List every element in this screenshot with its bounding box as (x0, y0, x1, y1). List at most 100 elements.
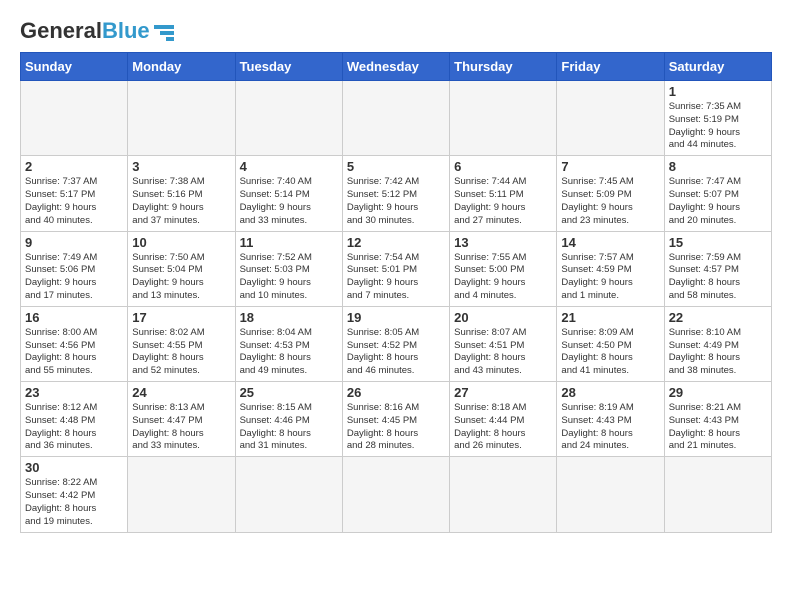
day-number: 9 (25, 235, 123, 250)
day-number: 24 (132, 385, 230, 400)
day-number: 3 (132, 159, 230, 174)
calendar-cell: 2 Sunrise: 7:37 AM Sunset: 5:17 PM Daylig… (21, 156, 128, 231)
calendar-cell: 19Sunrise: 8:05 AM Sunset: 4:52 PM Dayli… (342, 306, 449, 381)
calendar-cell: 30 Sunrise: 8:22 AM Sunset: 4:42 PM Dayli… (21, 457, 128, 532)
day-number: 25 (240, 385, 338, 400)
calendar-cell: 18Sunrise: 8:04 AM Sunset: 4:53 PM Dayli… (235, 306, 342, 381)
calendar-cell (557, 457, 664, 532)
weekday-header-row: SundayMondayTuesdayWednesdayThursdayFrid… (21, 53, 772, 81)
calendar-cell: 7Sunrise: 7:45 AM Sunset: 5:09 PM Daylig… (557, 156, 664, 231)
calendar-cell: 22Sunrise: 8:10 AM Sunset: 4:49 PM Dayli… (664, 306, 771, 381)
calendar-cell (450, 457, 557, 532)
day-number: 21 (561, 310, 659, 325)
calendar-table: SundayMondayTuesdayWednesdayThursdayFrid… (20, 52, 772, 533)
calendar-cell (235, 81, 342, 156)
calendar-cell: 5 Sunrise: 7:42 AM Sunset: 5:12 PM Daylig… (342, 156, 449, 231)
calendar-week-row: 9 Sunrise: 7:49 AM Sunset: 5:06 PM Daylig… (21, 231, 772, 306)
calendar-cell: 20 Sunrise: 8:07 AM Sunset: 4:51 PM Dayli… (450, 306, 557, 381)
calendar-cell: 9 Sunrise: 7:49 AM Sunset: 5:06 PM Daylig… (21, 231, 128, 306)
day-info: Sunrise: 7:42 AM Sunset: 5:12 PM Dayligh… (347, 176, 445, 227)
day-number: 11 (240, 235, 338, 250)
weekday-header-sunday: Sunday (21, 53, 128, 81)
calendar-cell: 13 Sunrise: 7:55 AM Sunset: 5:00 PM Dayli… (450, 231, 557, 306)
calendar-week-row: 2 Sunrise: 7:37 AM Sunset: 5:17 PM Daylig… (21, 156, 772, 231)
calendar-cell: 17 Sunrise: 8:02 AM Sunset: 4:55 PM Dayli… (128, 306, 235, 381)
day-number: 16 (25, 310, 123, 325)
day-info: Sunrise: 8:10 AM Sunset: 4:49 PM Dayligh… (669, 327, 767, 378)
day-info: Sunrise: 8:00 AM Sunset: 4:56 PM Dayligh… (25, 327, 123, 378)
calendar-cell: 11 Sunrise: 7:52 AM Sunset: 5:03 PM Dayli… (235, 231, 342, 306)
logo-icon (154, 25, 174, 41)
calendar-week-row: 1Sunrise: 7:35 AM Sunset: 5:19 PM Daylig… (21, 81, 772, 156)
calendar-cell: 23Sunrise: 8:12 AM Sunset: 4:48 PM Dayli… (21, 382, 128, 457)
day-number: 14 (561, 235, 659, 250)
day-number: 26 (347, 385, 445, 400)
day-info: Sunrise: 8:21 AM Sunset: 4:43 PM Dayligh… (669, 402, 767, 453)
calendar-cell (342, 457, 449, 532)
day-number: 17 (132, 310, 230, 325)
day-info: Sunrise: 7:49 AM Sunset: 5:06 PM Dayligh… (25, 252, 123, 303)
day-number: 29 (669, 385, 767, 400)
weekday-header-wednesday: Wednesday (342, 53, 449, 81)
page-header: GeneralBlue (20, 20, 772, 42)
day-info: Sunrise: 7:59 AM Sunset: 4:57 PM Dayligh… (669, 252, 767, 303)
calendar-cell: 24 Sunrise: 8:13 AM Sunset: 4:47 PM Dayli… (128, 382, 235, 457)
day-number: 15 (669, 235, 767, 250)
day-info: Sunrise: 7:50 AM Sunset: 5:04 PM Dayligh… (132, 252, 230, 303)
calendar-cell (450, 81, 557, 156)
day-info: Sunrise: 8:04 AM Sunset: 4:53 PM Dayligh… (240, 327, 338, 378)
day-info: Sunrise: 7:55 AM Sunset: 5:00 PM Dayligh… (454, 252, 552, 303)
day-number: 13 (454, 235, 552, 250)
day-number: 4 (240, 159, 338, 174)
calendar-cell: 26 Sunrise: 8:16 AM Sunset: 4:45 PM Dayli… (342, 382, 449, 457)
day-info: Sunrise: 8:07 AM Sunset: 4:51 PM Dayligh… (454, 327, 552, 378)
weekday-header-thursday: Thursday (450, 53, 557, 81)
weekday-header-saturday: Saturday (664, 53, 771, 81)
weekday-header-friday: Friday (557, 53, 664, 81)
day-number: 30 (25, 460, 123, 475)
day-info: Sunrise: 7:38 AM Sunset: 5:16 PM Dayligh… (132, 176, 230, 227)
day-info: Sunrise: 7:37 AM Sunset: 5:17 PM Dayligh… (25, 176, 123, 227)
day-number: 8 (669, 159, 767, 174)
calendar-cell: 8Sunrise: 7:47 AM Sunset: 5:07 PM Daylig… (664, 156, 771, 231)
calendar-cell (21, 81, 128, 156)
day-number: 1 (669, 84, 767, 99)
calendar-cell: 25Sunrise: 8:15 AM Sunset: 4:46 PM Dayli… (235, 382, 342, 457)
day-number: 6 (454, 159, 552, 174)
day-info: Sunrise: 7:54 AM Sunset: 5:01 PM Dayligh… (347, 252, 445, 303)
calendar-cell (128, 457, 235, 532)
day-info: Sunrise: 7:52 AM Sunset: 5:03 PM Dayligh… (240, 252, 338, 303)
calendar-cell: 21 Sunrise: 8:09 AM Sunset: 4:50 PM Dayli… (557, 306, 664, 381)
day-info: Sunrise: 7:57 AM Sunset: 4:59 PM Dayligh… (561, 252, 659, 303)
calendar-cell: 12 Sunrise: 7:54 AM Sunset: 5:01 PM Dayli… (342, 231, 449, 306)
calendar-cell (128, 81, 235, 156)
calendar-cell: 10 Sunrise: 7:50 AM Sunset: 5:04 PM Dayli… (128, 231, 235, 306)
day-number: 5 (347, 159, 445, 174)
calendar-cell: 14 Sunrise: 7:57 AM Sunset: 4:59 PM Dayli… (557, 231, 664, 306)
day-number: 2 (25, 159, 123, 174)
logo-blue: Blue (102, 18, 150, 43)
day-info: Sunrise: 8:02 AM Sunset: 4:55 PM Dayligh… (132, 327, 230, 378)
logo-text: GeneralBlue (20, 20, 150, 42)
day-info: Sunrise: 8:09 AM Sunset: 4:50 PM Dayligh… (561, 327, 659, 378)
day-info: Sunrise: 7:40 AM Sunset: 5:14 PM Dayligh… (240, 176, 338, 227)
day-info: Sunrise: 8:16 AM Sunset: 4:45 PM Dayligh… (347, 402, 445, 453)
calendar-cell: 6Sunrise: 7:44 AM Sunset: 5:11 PM Daylig… (450, 156, 557, 231)
day-number: 27 (454, 385, 552, 400)
day-info: Sunrise: 8:22 AM Sunset: 4:42 PM Dayligh… (25, 477, 123, 528)
calendar-cell: 29 Sunrise: 8:21 AM Sunset: 4:43 PM Dayli… (664, 382, 771, 457)
day-info: Sunrise: 8:19 AM Sunset: 4:43 PM Dayligh… (561, 402, 659, 453)
calendar-cell: 16 Sunrise: 8:00 AM Sunset: 4:56 PM Dayli… (21, 306, 128, 381)
day-number: 10 (132, 235, 230, 250)
day-number: 28 (561, 385, 659, 400)
weekday-header-tuesday: Tuesday (235, 53, 342, 81)
calendar-cell (557, 81, 664, 156)
day-number: 7 (561, 159, 659, 174)
day-info: Sunrise: 8:12 AM Sunset: 4:48 PM Dayligh… (25, 402, 123, 453)
day-number: 12 (347, 235, 445, 250)
logo: GeneralBlue (20, 20, 174, 42)
day-number: 20 (454, 310, 552, 325)
calendar-cell: 1Sunrise: 7:35 AM Sunset: 5:19 PM Daylig… (664, 81, 771, 156)
calendar-cell: 28 Sunrise: 8:19 AM Sunset: 4:43 PM Dayli… (557, 382, 664, 457)
day-info: Sunrise: 8:13 AM Sunset: 4:47 PM Dayligh… (132, 402, 230, 453)
